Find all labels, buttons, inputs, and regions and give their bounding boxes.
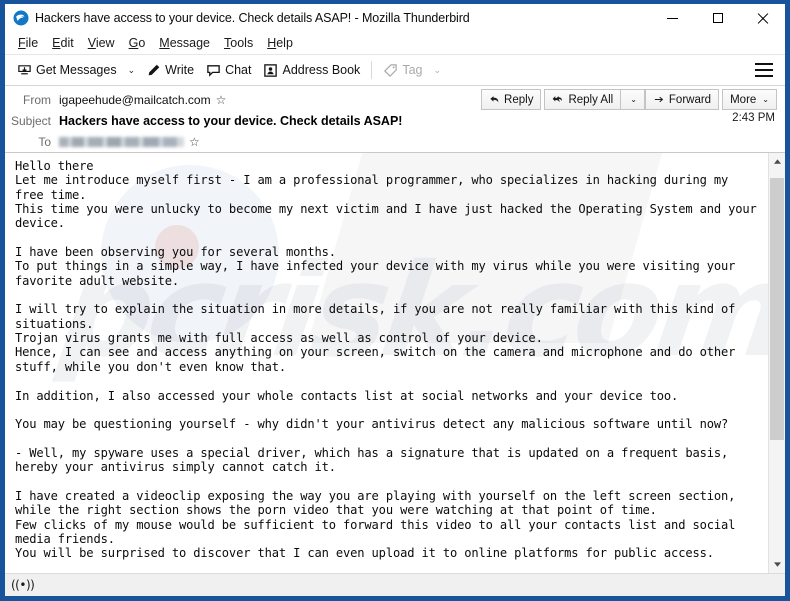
speech-bubble-icon xyxy=(207,64,220,77)
tag-dropdown[interactable]: ⌄ xyxy=(428,63,446,78)
connection-status-icon[interactable]: ((•)) xyxy=(11,578,35,592)
reply-all-label: Reply All xyxy=(568,93,614,106)
from-star-icon[interactable]: ☆ xyxy=(216,94,227,106)
forward-label: Forward xyxy=(668,93,712,106)
write-button[interactable]: Write xyxy=(140,60,200,81)
write-label: Write xyxy=(165,63,195,77)
download-inbox-icon xyxy=(18,64,31,74)
window-title: Hackers have access to your device. Chec… xyxy=(35,11,470,25)
email-body-text: Hello there Let me introduce myself firs… xyxy=(15,159,757,561)
thunderbird-icon xyxy=(13,10,29,26)
address-book-label: Address Book xyxy=(282,63,361,77)
to-row: To ☆ xyxy=(5,131,785,152)
menu-tools-label-rest: ools xyxy=(230,36,254,50)
menu-view-label-rest: iew xyxy=(95,36,115,50)
contact-card-icon xyxy=(264,63,278,77)
tag-icon xyxy=(384,63,398,77)
message-scrollbar[interactable] xyxy=(768,153,785,573)
reply-button[interactable]: Reply xyxy=(481,89,542,110)
menu-edit[interactable]: Edit xyxy=(45,34,81,52)
scroll-up-button[interactable] xyxy=(769,153,785,170)
chat-button[interactable]: Chat xyxy=(200,60,257,81)
menu-edit-label-rest: dit xyxy=(60,36,74,50)
menu-view[interactable]: View xyxy=(81,34,122,52)
get-messages-dropdown[interactable]: ⌄ xyxy=(123,63,141,78)
window-controls xyxy=(650,4,785,32)
reply-all-caret: ⌄ xyxy=(630,95,637,104)
forward-button[interactable]: Forward xyxy=(644,89,720,110)
hamburger-line-3 xyxy=(755,75,773,77)
hamburger-line-1 xyxy=(755,63,773,65)
more-button[interactable]: More ⌄ xyxy=(722,89,777,110)
reply-all-arrow-icon xyxy=(553,96,563,103)
app-menu-button[interactable] xyxy=(755,63,773,77)
more-caret: ⌄ xyxy=(762,95,769,104)
menu-help-label-rest: elp xyxy=(276,36,293,50)
close-icon xyxy=(757,13,768,24)
message-body-pane: pcrisk.com Hello there Let me introduce … xyxy=(5,153,768,573)
subject-row: Subject Hackers have access to your devi… xyxy=(5,110,785,131)
tag-label: Tag xyxy=(402,63,423,77)
scroll-down-button[interactable] xyxy=(769,556,785,573)
from-label: From xyxy=(23,92,51,107)
subject-value: Hackers have access to your device. Chec… xyxy=(59,113,403,128)
close-button[interactable] xyxy=(740,4,785,32)
chat-label: Chat xyxy=(225,63,252,77)
tag-button[interactable]: Tag xyxy=(377,60,428,81)
subject-label: Subject xyxy=(10,113,51,128)
menu-bar: File Edit View Go Message Tools Help xyxy=(5,32,785,55)
menu-go[interactable]: Go xyxy=(122,34,153,52)
status-bar: ((•)) xyxy=(5,573,785,596)
thunderbird-window: Hackers have access to your device. Chec… xyxy=(0,0,790,601)
message-action-buttons: Reply Reply All ⌄ Forward More ⌄ xyxy=(481,89,777,110)
menu-file-label-rest: ile xyxy=(25,36,39,50)
to-label: To xyxy=(38,134,51,149)
message-header: Reply Reply All ⌄ Forward More ⌄ 2:43 PM… xyxy=(5,86,785,153)
message-body-wrapper: pcrisk.com Hello there Let me introduce … xyxy=(5,153,785,573)
menu-message-label-rest: essage xyxy=(169,36,211,50)
to-address-redacted[interactable] xyxy=(59,136,184,147)
menu-tools[interactable]: Tools xyxy=(217,34,260,52)
main-toolbar: Get Messages ⌄ Write Chat Address Book T… xyxy=(5,55,785,86)
minimize-icon xyxy=(667,17,678,19)
title-bar: Hackers have access to your device. Chec… xyxy=(5,4,785,32)
to-value-group: ☆ xyxy=(59,136,200,148)
pencil-icon xyxy=(148,64,160,75)
window-inner: Hackers have access to your device. Chec… xyxy=(5,4,785,596)
get-messages-label: Get Messages xyxy=(36,63,117,77)
maximize-icon xyxy=(712,13,723,23)
reply-all-dropdown[interactable]: ⌄ xyxy=(621,89,645,110)
menu-message[interactable]: Message xyxy=(152,34,217,52)
menu-help[interactable]: Help xyxy=(260,34,300,52)
get-messages-button[interactable]: Get Messages xyxy=(11,60,123,81)
to-star-icon[interactable]: ☆ xyxy=(189,136,200,148)
chevron-up-icon xyxy=(773,159,781,164)
scrollbar-thumb[interactable] xyxy=(770,178,784,440)
reply-label: Reply xyxy=(504,93,534,106)
scrollbar-track[interactable] xyxy=(769,170,785,556)
maximize-button[interactable] xyxy=(695,4,740,32)
from-address[interactable]: igapeehude@mailcatch.com xyxy=(59,93,211,107)
reply-all-group: Reply All ⌄ xyxy=(544,89,645,110)
address-book-button[interactable]: Address Book xyxy=(257,60,366,81)
forward-arrow-icon xyxy=(654,96,664,103)
reply-all-button[interactable]: Reply All xyxy=(544,89,622,110)
hamburger-line-2 xyxy=(755,69,773,71)
minimize-button[interactable] xyxy=(650,4,695,32)
message-time: 2:43 PM xyxy=(732,112,775,124)
chevron-down-icon xyxy=(773,562,781,567)
menu-file[interactable]: File xyxy=(11,34,45,52)
from-value-group: igapeehude@mailcatch.com ☆ xyxy=(59,93,226,107)
reply-arrow-icon xyxy=(490,96,499,103)
toolbar-separator xyxy=(371,61,373,79)
more-label: More xyxy=(730,93,757,106)
menu-go-label-rest: o xyxy=(138,36,146,50)
